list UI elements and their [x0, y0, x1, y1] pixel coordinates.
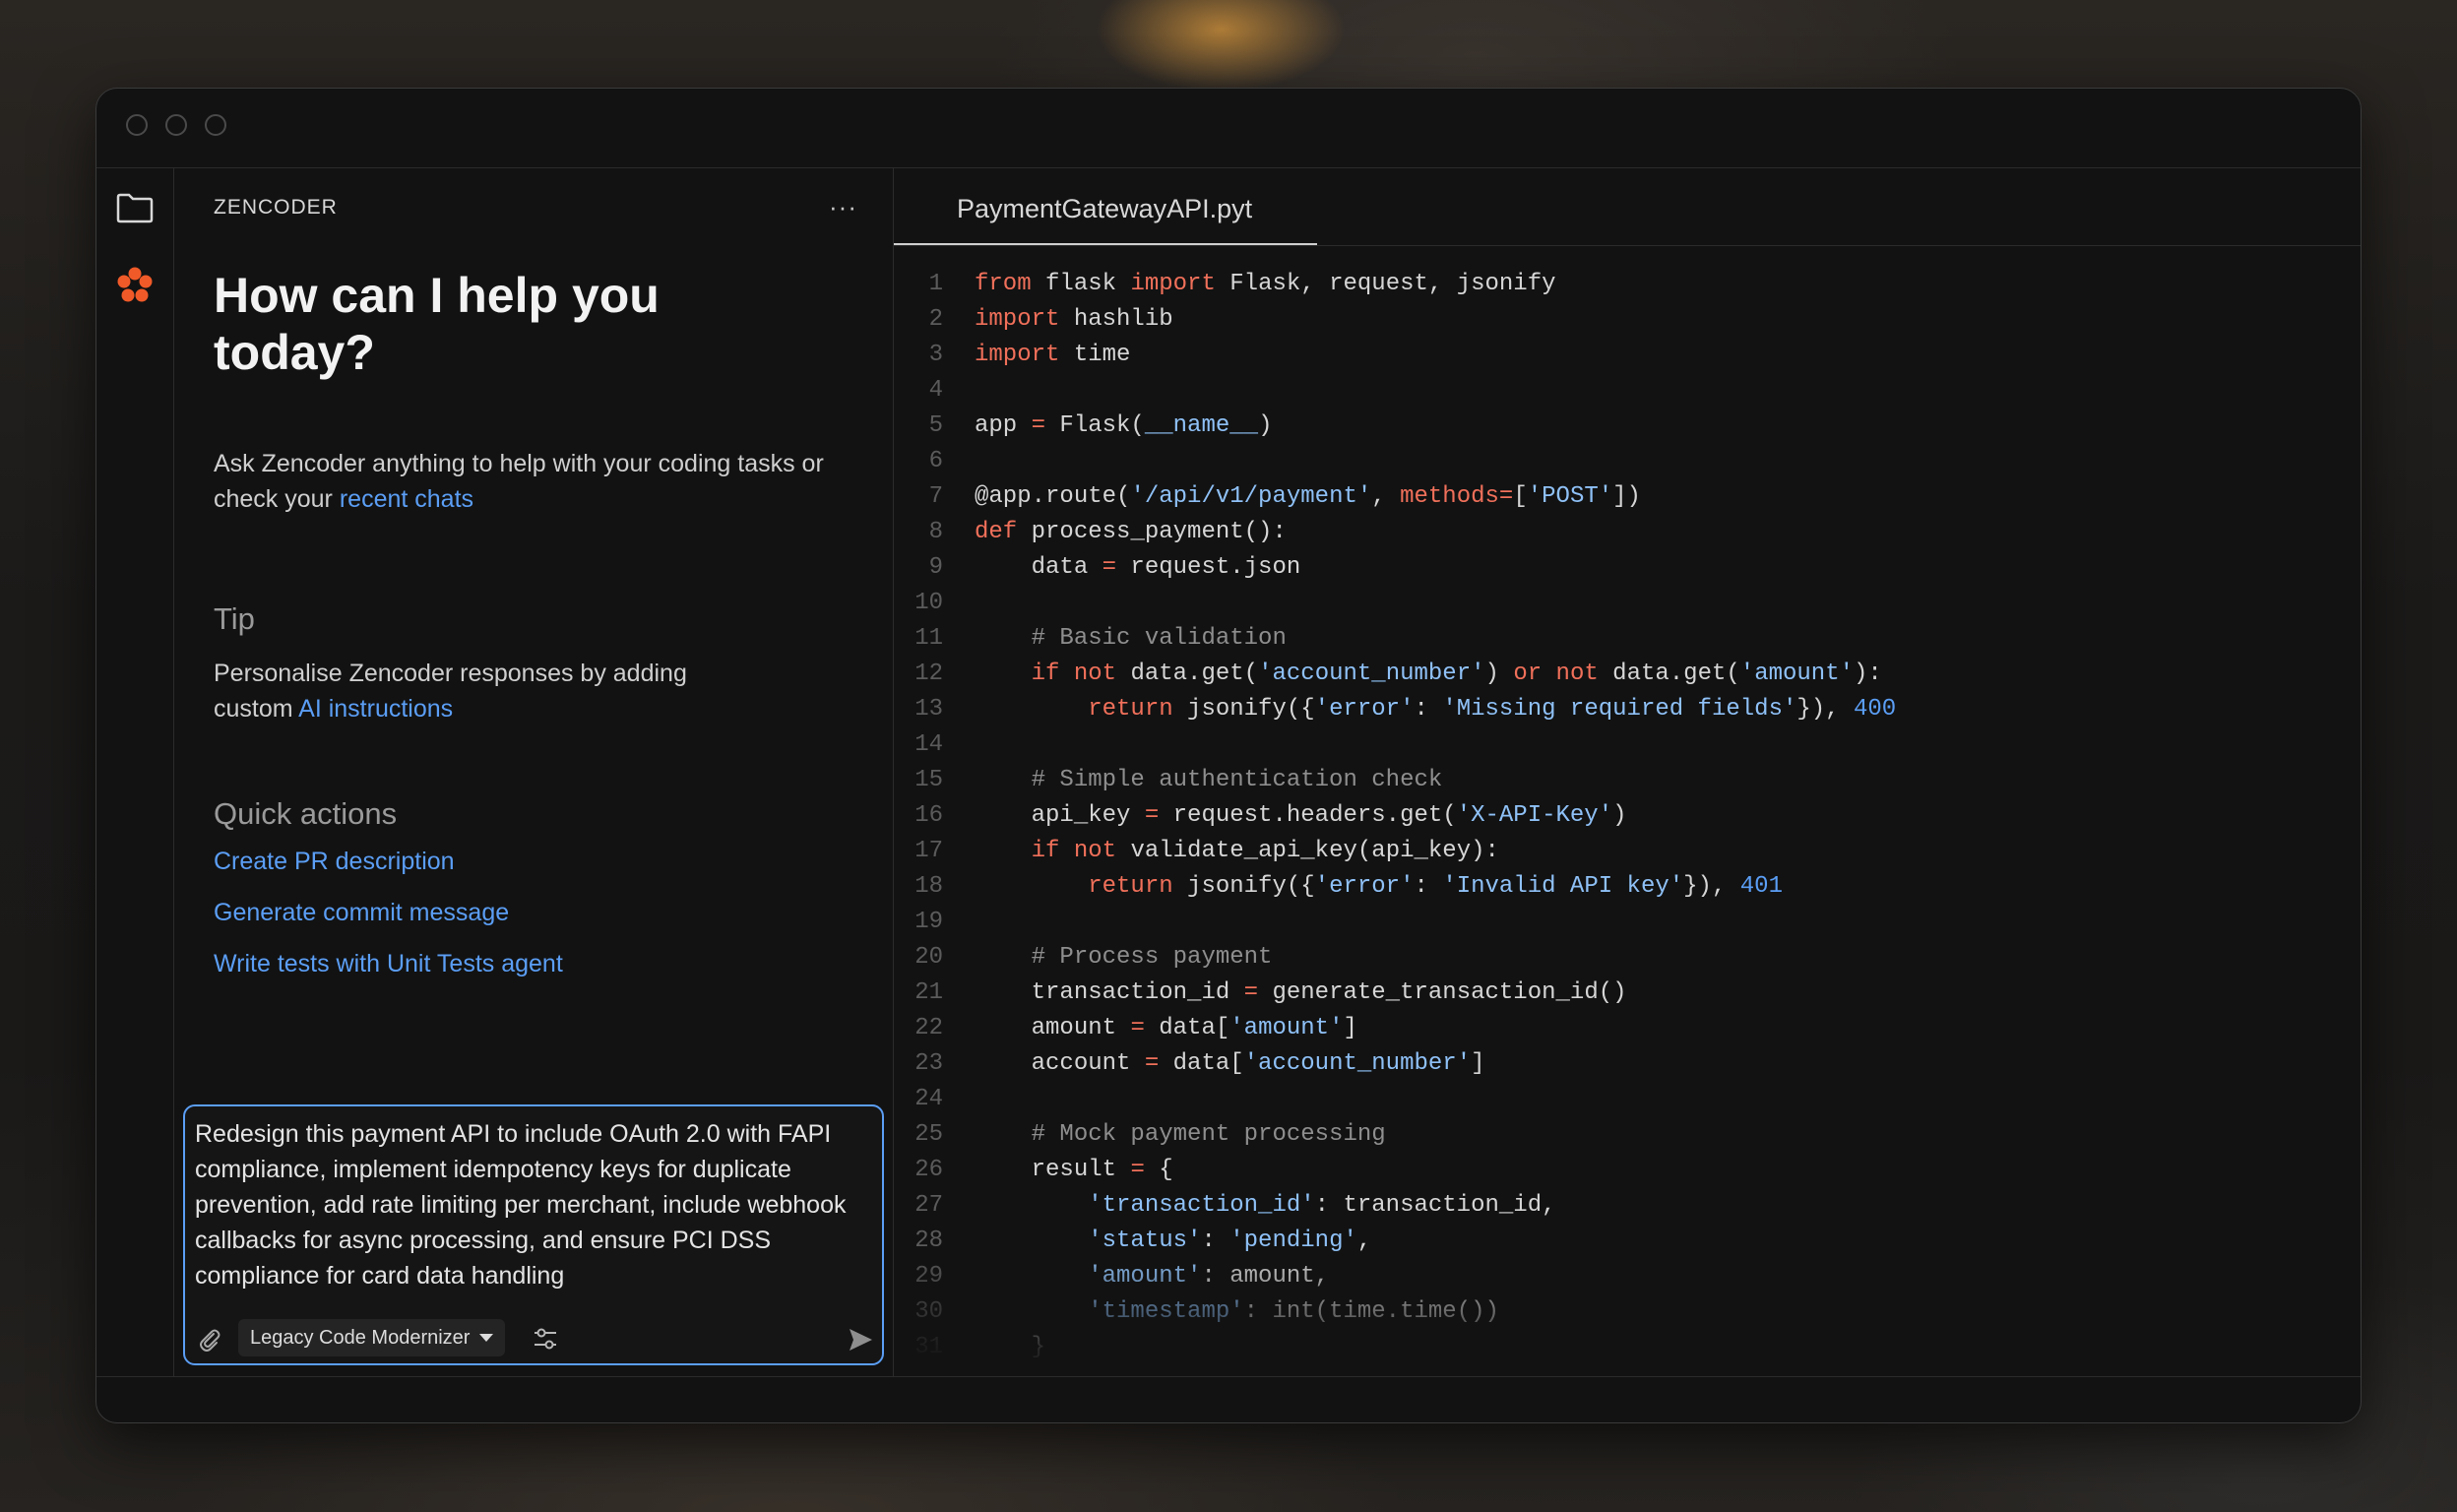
code-editor: PaymentGatewayAPI.pyt 1 from flask import…	[894, 168, 2361, 1377]
code-line-text: if not validate_api_key(api_key):	[1031, 838, 1499, 864]
line-number: 20	[914, 944, 943, 971]
ai-instructions-link[interactable]: AI instructions	[298, 695, 453, 723]
line-number: 14	[914, 731, 943, 758]
send-icon[interactable]	[847, 1326, 874, 1354]
paperclip-icon[interactable]	[197, 1327, 222, 1353]
agent-mode-label: Legacy Code Modernizer	[250, 1326, 471, 1349]
editor-tab-bar: PaymentGatewayAPI.pyt	[894, 168, 2361, 246]
quick-action-create-pr-description[interactable]: Create PR description	[214, 848, 455, 876]
page-title: How can I help you today?	[214, 268, 660, 380]
chat-input-box[interactable]: Redesign this payment API to include OAu…	[183, 1104, 884, 1365]
code-line-text: 'status': 'pending',	[1088, 1228, 1372, 1254]
maximize-window-button[interactable]	[205, 114, 226, 136]
zencoder-logo-icon[interactable]	[114, 265, 156, 306]
code-line-text: 'amount': amount,	[1088, 1263, 1330, 1290]
code-line-text: import time	[975, 342, 1131, 368]
title-bar	[96, 89, 2361, 168]
folder-icon[interactable]	[116, 192, 154, 223]
line-number: 23	[914, 1050, 943, 1077]
line-number: 16	[914, 802, 943, 829]
code-line-text: return jsonify({'error': 'Invalid API ke…	[1088, 873, 1783, 900]
line-number: 29	[914, 1263, 943, 1290]
line-number: 22	[914, 1015, 943, 1041]
code-line-text: # Basic validation	[1031, 625, 1287, 652]
line-number: 12	[914, 661, 943, 687]
line-number: 15	[914, 767, 943, 793]
intro-text: Ask Zencoder anything to help with your …	[214, 446, 824, 517]
sliders-icon[interactable]	[532, 1325, 559, 1353]
code-line-text: @app.route('/api/v1/payment', methods=['…	[975, 483, 1641, 510]
tab-payment-gateway-api[interactable]: PaymentGatewayAPI.pyt	[894, 168, 1317, 245]
line-number: 5	[928, 412, 943, 439]
code-line-text: # Mock payment processing	[1031, 1121, 1386, 1148]
code-line-text: result = {	[975, 1157, 1173, 1183]
chevron-down-icon	[479, 1334, 494, 1342]
line-number: 13	[914, 696, 943, 723]
code-line-text: api_key = request.headers.get('X-API-Key…	[975, 802, 1627, 829]
line-number: 3	[928, 342, 943, 368]
tab-label: PaymentGatewayAPI.pyt	[957, 194, 1253, 223]
code-line-text: return jsonify({'error': 'Missing requir…	[1088, 696, 1897, 723]
code-area[interactable]: 1 from flask import Flask, request, jsoni…	[894, 267, 2361, 1377]
activity-rail	[96, 168, 174, 1377]
recent-chats-link[interactable]: recent chats	[340, 485, 473, 513]
line-number: 4	[928, 377, 943, 404]
code-line-text: if not data.get('account_number') or not…	[1031, 661, 1882, 687]
line-number: 26	[914, 1157, 943, 1183]
line-number: 27	[914, 1192, 943, 1219]
code-line-text: 'transaction_id': transaction_id,	[1088, 1192, 1556, 1219]
close-window-button[interactable]	[126, 114, 148, 136]
agent-mode-dropdown[interactable]: Legacy Code Modernizer	[238, 1319, 506, 1356]
line-number: 24	[914, 1086, 943, 1112]
code-line-text: amount = data['amount']	[975, 1015, 1357, 1041]
more-options-icon[interactable]: ···	[829, 192, 857, 222]
line-number: 31	[914, 1334, 943, 1360]
line-number: 2	[928, 306, 943, 333]
code-line-text: account = data['account_number']	[975, 1050, 1485, 1077]
code-line-text: data = request.json	[975, 554, 1301, 581]
code-line-text: from flask import Flask, request, jsonif…	[975, 271, 1556, 297]
chat-input-field[interactable]: Redesign this payment API to include OAu…	[195, 1116, 864, 1293]
line-number: 7	[928, 483, 943, 510]
tip-heading: Tip	[214, 601, 255, 636]
line-number: 11	[914, 625, 943, 652]
line-number: 9	[928, 554, 943, 581]
code-line-text: 'timestamp': int(time.time())	[1088, 1298, 1499, 1325]
quick-actions-heading: Quick actions	[214, 796, 398, 831]
line-number: 28	[914, 1228, 943, 1254]
code-line-text: }	[975, 1334, 1046, 1360]
line-number: 21	[914, 979, 943, 1006]
quick-action-write-tests[interactable]: Write tests with Unit Tests agent	[214, 950, 563, 978]
minimize-window-button[interactable]	[165, 114, 187, 136]
tip-text: Personalise Zencoder responses by adding…	[214, 656, 765, 726]
code-line-text: # Process payment	[1031, 944, 1273, 971]
chat-panel: ZENCODER ··· How can I help you today? A…	[174, 168, 894, 1377]
intro-text-body: Ask Zencoder anything to help with your …	[214, 450, 824, 513]
line-number: 19	[914, 909, 943, 935]
quick-action-generate-commit-message[interactable]: Generate commit message	[214, 899, 509, 927]
app-window: ZENCODER ··· How can I help you today? A…	[95, 88, 2362, 1423]
code-line-text: app = Flask(__name__)	[975, 412, 1273, 439]
line-number: 17	[914, 838, 943, 864]
code-line-text: import hashlib	[975, 306, 1173, 333]
line-number: 30	[914, 1298, 943, 1325]
line-number: 18	[914, 873, 943, 900]
brand-label: ZENCODER	[214, 196, 338, 219]
status-bar	[96, 1376, 2361, 1422]
line-number: 1	[928, 271, 943, 297]
code-line-text: # Simple authentication check	[1031, 767, 1443, 793]
line-number: 6	[928, 448, 943, 474]
line-number: 25	[914, 1121, 943, 1148]
code-line-text: def process_payment():	[975, 519, 1287, 545]
line-number: 8	[928, 519, 943, 545]
code-line-text: transaction_id = generate_transaction_id…	[975, 979, 1627, 1006]
line-number: 10	[914, 590, 943, 616]
